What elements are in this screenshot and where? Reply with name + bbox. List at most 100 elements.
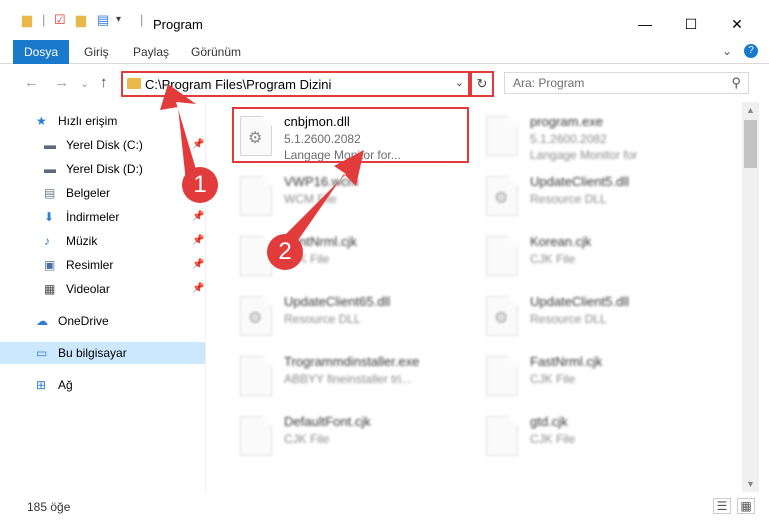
sidebar-item-label: Müzik <box>66 234 98 248</box>
close-button[interactable]: ✕ <box>714 10 760 38</box>
scroll-up-icon[interactable]: ▲ <box>742 102 759 118</box>
sidebar-item-label: İndirmeler <box>66 210 120 224</box>
back-button[interactable]: ← <box>24 74 39 91</box>
cloud-icon: ☁ <box>36 314 48 328</box>
sidebar-item[interactable]: ▬ Yerel Disk (D:) <box>0 158 205 180</box>
sidebar-item[interactable]: ▭ Bu bilgisayar <box>0 342 205 364</box>
details-view-icon[interactable]: ☰ <box>713 498 731 514</box>
search-input[interactable]: Ara: Program ⚲ <box>504 72 749 94</box>
ribbon-expand-icon[interactable]: ⌄ <box>722 44 732 58</box>
file-item[interactable]: FastNrml.cjk CJK File <box>480 348 720 402</box>
file-detail: CJK File <box>284 432 330 446</box>
search-icon[interactable]: ⚲ <box>731 75 741 91</box>
highlight-box <box>232 107 469 163</box>
file-name: Korean.cjk <box>530 234 592 249</box>
file-name: DefaultFont.cjk <box>284 414 371 429</box>
file-item[interactable]: Korean.cjk CJK File <box>480 228 720 282</box>
properties-icon[interactable]: ☑ <box>54 12 66 28</box>
pin-icon[interactable]: 📌 <box>192 230 204 252</box>
file-item[interactable]: program.exe 5.1.2600.2082 Langage Monitor … <box>480 108 720 162</box>
file-item[interactable]: DefaultFont.cjk CJK File <box>234 408 474 462</box>
callout-2: 2 <box>267 234 303 270</box>
tab-file[interactable]: Dosya <box>13 40 69 64</box>
window-title: Program <box>153 17 203 32</box>
pin-icon[interactable]: 📌 <box>192 254 204 276</box>
sidebar-item[interactable]: ⊞ Ağ <box>0 374 205 396</box>
sidebar-item-label: Resimler <box>66 258 114 272</box>
help-icon[interactable]: ? <box>744 44 758 58</box>
folder-icon: ▆ <box>22 12 32 27</box>
customize-toolbar-icon[interactable]: ▾ <box>116 12 121 28</box>
vertical-scrollbar[interactable]: ▲ ▼ <box>742 102 759 492</box>
status-bar: 185 öğe ☰ ▦ <box>0 492 769 530</box>
file-detail: CJK File <box>530 372 576 386</box>
file-name: program.exe <box>530 114 603 129</box>
file-detail: 5.1.2600.2082 <box>530 132 607 146</box>
star-icon: ★ <box>36 114 47 128</box>
tab-home[interactable]: Giriş <box>84 40 109 64</box>
large-icons-view-icon[interactable]: ▦ <box>737 498 755 514</box>
sidebar-item[interactable]: ♪ Müzik 📌 <box>0 230 205 252</box>
file-name: gtd.cjk <box>530 414 568 429</box>
sidebar-item-label: Ağ <box>58 378 73 392</box>
file-icon <box>486 236 518 276</box>
address-bar[interactable]: C:\Program Files\Program Dizini ⌄ <box>121 71 470 97</box>
drive-icon: ▬ <box>44 162 56 176</box>
file-detail: CJK File <box>530 252 576 266</box>
file-icon <box>240 176 272 216</box>
video-icon: ▦ <box>44 282 56 296</box>
pictures-icon: ▣ <box>44 258 56 272</box>
file-detail: Resource DLL <box>284 312 361 326</box>
file-name: UpdateClient5.dll <box>530 294 630 309</box>
folder-icon <box>127 78 141 89</box>
forward-button[interactable]: → <box>54 74 69 91</box>
sidebar-item[interactable]: ☁ OneDrive <box>0 310 205 332</box>
scrollbar-thumb[interactable] <box>744 120 757 168</box>
file-name: VWP16.wcm <box>284 174 359 189</box>
file-icon <box>486 116 518 156</box>
recent-locations-button[interactable]: ⌄ <box>80 77 89 90</box>
sidebar-item-label: Videolar <box>66 282 110 296</box>
quick-access-menu-icon[interactable]: ▤ <box>97 12 109 28</box>
navigation-pane: ★ Hızlı erişim ▬ Yerel Disk (C:) 📌 ▬ Yerel Dis… <box>0 102 205 492</box>
sidebar-item-label: OneDrive <box>58 314 109 328</box>
file-name: Trogrammdinstaller.exe <box>284 354 420 369</box>
file-detail: CJK File <box>530 432 576 446</box>
tab-view[interactable]: Görünüm <box>191 40 241 64</box>
minimize-button[interactable]: — <box>622 10 668 38</box>
address-path[interactable]: C:\Program Files\Program Dizini <box>145 77 331 92</box>
sidebar-item[interactable]: ▤ Belgeler <box>0 182 205 204</box>
file-icon <box>240 416 272 456</box>
up-button[interactable]: ↑ <box>100 74 108 91</box>
file-name: UpdateClient5.dll <box>530 174 630 189</box>
file-name: FastNrml.cjk <box>530 354 603 369</box>
gear-icon: ⚙ <box>248 310 263 327</box>
pin-icon[interactable]: 📌 <box>192 278 204 300</box>
file-item[interactable]: Trogrammdinstaller.exe ABBYY fineinstalle… <box>234 348 474 402</box>
scroll-down-icon[interactable]: ▼ <box>742 476 759 492</box>
new-folder-icon[interactable]: ▆ <box>76 12 86 28</box>
file-item[interactable]: ⚙ UpdateClient65.dll Resource DLL <box>234 288 474 342</box>
documents-icon: ▤ <box>44 186 56 200</box>
sidebar-item[interactable]: ▦ Videolar 📌 <box>0 278 205 300</box>
file-name: UpdateClient65.dll <box>284 294 391 309</box>
sidebar-item[interactable]: ★ Hızlı erişim <box>0 110 205 132</box>
file-item[interactable]: ⚙ UpdateClient5.dll Resource DLL <box>480 288 720 342</box>
file-item[interactable]: ⚙ UpdateClient5.dll Resource DLL <box>480 168 720 222</box>
pin-icon[interactable]: 📌 <box>192 206 204 228</box>
sidebar-item[interactable]: ▣ Resimler 📌 <box>0 254 205 276</box>
sidebar-item[interactable]: ▬ Yerel Disk (C:) 📌 <box>0 134 205 156</box>
pin-icon[interactable]: 📌 <box>192 134 204 156</box>
file-item[interactable]: gtd.cjk CJK File <box>480 408 720 462</box>
refresh-button[interactable]: ↻ <box>470 71 494 97</box>
sidebar-item[interactable]: ⬇ İndirmeler 📌 <box>0 206 205 228</box>
maximize-button[interactable]: ☐ <box>668 10 714 38</box>
callout-1: 1 <box>182 167 218 203</box>
file-detail: WCM File <box>284 192 337 206</box>
ribbon: Dosya Giriş Paylaş Görünüm ⌄ ? <box>0 40 769 64</box>
file-item[interactable]: VWP16.wcm WCM File <box>234 168 474 222</box>
tab-share[interactable]: Paylaş <box>133 40 169 64</box>
file-detail: ABBYY fineinstaller tri... <box>284 372 412 386</box>
chevron-down-icon[interactable]: ⌄ <box>455 76 464 89</box>
separator-icon: | <box>140 12 144 27</box>
